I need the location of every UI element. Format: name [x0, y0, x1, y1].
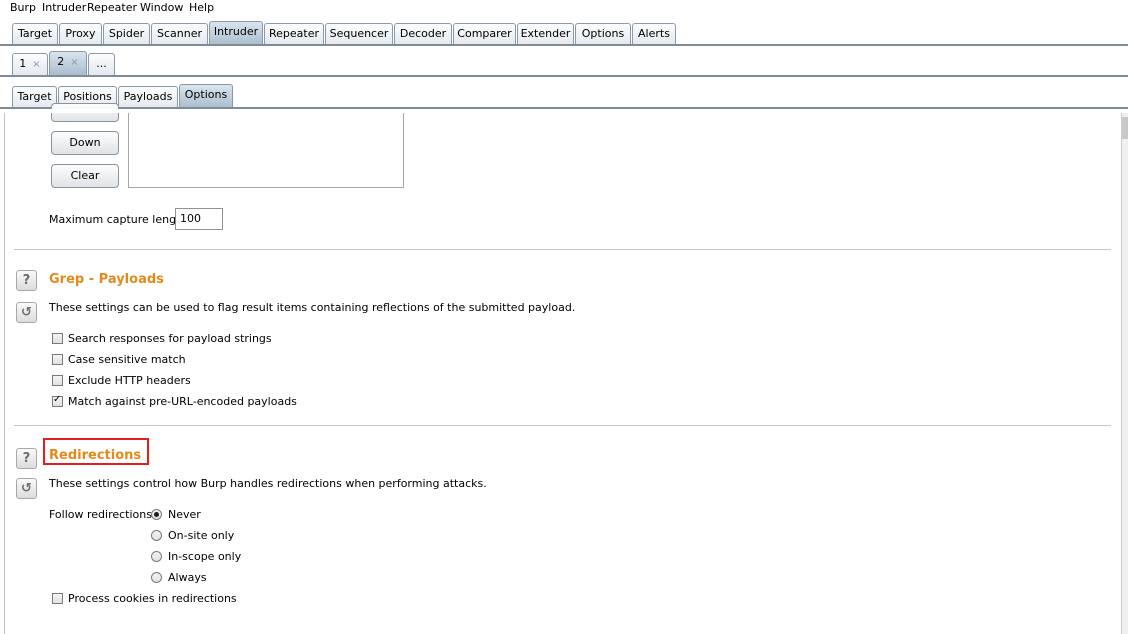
- scrollbar-thumb[interactable]: [1122, 117, 1128, 139]
- pre-url-encoded-checkbox[interactable]: [52, 394, 63, 407]
- tab-target[interactable]: Target: [12, 23, 58, 45]
- grep-payloads-title: Grep - Payloads: [49, 272, 164, 287]
- process-cookies-label: Process cookies in redirections: [68, 592, 237, 605]
- restore-defaults-icon[interactable]: ↺: [16, 302, 37, 323]
- attack-tab-underline: [0, 75, 1128, 77]
- menu-window[interactable]: Window: [140, 1, 183, 14]
- down-button[interactable]: Down: [51, 131, 119, 155]
- follow-onsite-radio[interactable]: [151, 530, 162, 541]
- help-icon[interactable]: ?: [16, 448, 37, 469]
- sub-tab-bar: Target Positions Payloads Options: [0, 83, 1128, 109]
- tab-spider[interactable]: Spider: [103, 23, 150, 45]
- tab-alerts[interactable]: Alerts: [632, 23, 676, 45]
- attack-tab-bar: 1 × 2 × ...: [0, 50, 1128, 77]
- pre-url-encoded-label: Match against pre-URL-encoded payloads: [68, 395, 297, 408]
- highlight-box: [43, 438, 149, 465]
- tab-decoder[interactable]: Decoder: [394, 23, 452, 45]
- scroll-clip: [4, 109, 1120, 113]
- tab-sequencer[interactable]: Sequencer: [325, 23, 393, 45]
- main-tab-bar: Target Proxy Spider Scanner Intruder Rep…: [0, 20, 1128, 46]
- tab-repeater[interactable]: Repeater: [264, 23, 324, 45]
- menu-repeater[interactable]: Repeater: [87, 1, 137, 14]
- follow-always-radio[interactable]: [151, 572, 162, 583]
- capture-list[interactable]: [128, 113, 404, 188]
- attack-tab-1[interactable]: 1 ×: [12, 53, 48, 75]
- menu-bar: Burp Intruder Repeater Window Help: [0, 0, 1128, 16]
- follow-never-label: Never: [168, 508, 201, 521]
- subtab-options[interactable]: Options: [179, 84, 233, 108]
- grep-payloads-description: These settings can be used to flag resul…: [49, 301, 576, 314]
- follow-never-radio[interactable]: [151, 509, 162, 520]
- tab-bar-underline: [0, 44, 1128, 46]
- close-icon[interactable]: ×: [70, 57, 78, 68]
- tab-comparer[interactable]: Comparer: [453, 23, 516, 45]
- section-divider: [14, 249, 1111, 250]
- help-icon[interactable]: ?: [16, 270, 37, 291]
- section-divider: [14, 425, 1111, 426]
- menu-burp[interactable]: Burp: [10, 1, 36, 14]
- tab-intruder[interactable]: Intruder: [209, 21, 263, 45]
- process-cookies-checkbox[interactable]: [52, 593, 63, 604]
- restore-defaults-icon[interactable]: ↺: [16, 478, 37, 499]
- subtab-payloads[interactable]: Payloads: [118, 86, 178, 108]
- redirections-description: These settings control how Burp handles …: [49, 477, 487, 490]
- menu-intruder[interactable]: Intruder: [42, 1, 86, 14]
- follow-inscope-label: In-scope only: [168, 550, 242, 563]
- tab-options[interactable]: Options: [575, 23, 631, 45]
- menu-help[interactable]: Help: [189, 1, 214, 14]
- clear-button[interactable]: Clear: [51, 164, 119, 188]
- follow-redirections-label: Follow redirections:: [49, 508, 156, 521]
- new-attack-tab[interactable]: ...: [88, 53, 115, 75]
- case-sensitive-checkbox[interactable]: [52, 354, 63, 365]
- tab-scanner[interactable]: Scanner: [151, 23, 208, 45]
- exclude-headers-checkbox[interactable]: [52, 375, 63, 386]
- max-capture-length-label: Maximum capture length:: [49, 213, 192, 226]
- search-responses-label: Search responses for payload strings: [68, 332, 272, 345]
- exclude-headers-label: Exclude HTTP headers: [68, 374, 191, 387]
- follow-inscope-radio[interactable]: [151, 551, 162, 562]
- follow-onsite-label: On-site only: [168, 529, 235, 542]
- scrollbar[interactable]: [1121, 113, 1128, 634]
- tab-proxy[interactable]: Proxy: [59, 23, 102, 45]
- follow-always-label: Always: [168, 571, 207, 584]
- attack-tab-2[interactable]: 2 ×: [49, 51, 87, 75]
- case-sensitive-label: Case sensitive match: [68, 353, 186, 366]
- tab-extender[interactable]: Extender: [517, 23, 574, 45]
- max-capture-length-field[interactable]: 100: [175, 208, 223, 230]
- close-icon[interactable]: ×: [32, 59, 40, 70]
- search-responses-checkbox[interactable]: [52, 333, 63, 344]
